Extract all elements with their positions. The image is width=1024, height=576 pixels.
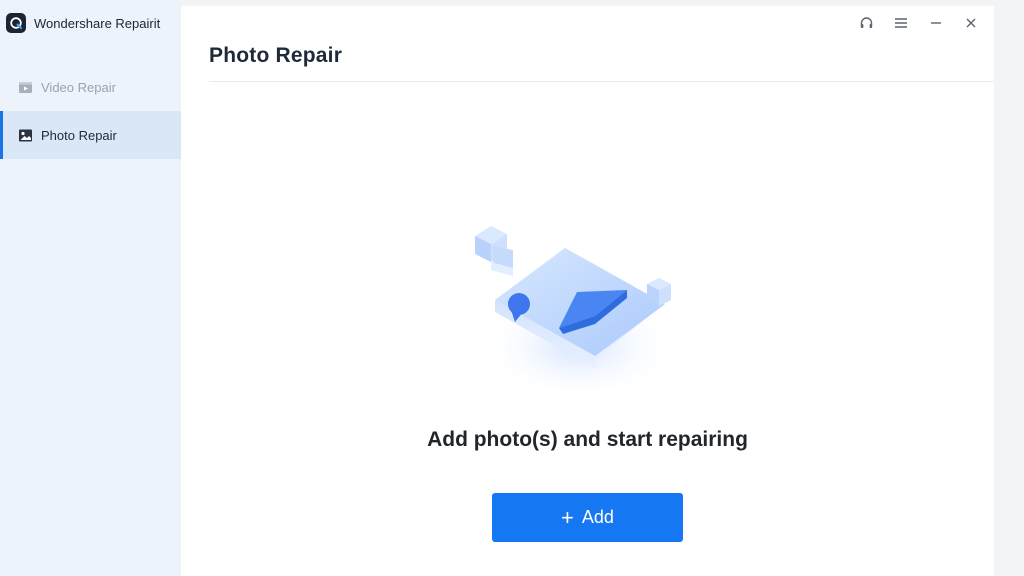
app-logo-icon: [6, 13, 26, 33]
sidebar-item-label: Video Repair: [41, 79, 116, 95]
menu-icon[interactable]: [892, 14, 910, 32]
video-icon: [18, 80, 33, 95]
add-button[interactable]: + Add: [492, 493, 683, 542]
sidebar-item-video-repair[interactable]: Video Repair: [0, 63, 181, 111]
headset-icon[interactable]: [857, 14, 875, 32]
photo-icon: [18, 128, 33, 143]
window-controls: [840, 14, 980, 32]
title-divider: [209, 81, 994, 82]
empty-state-prompt: Add photo(s) and start repairing: [427, 428, 748, 451]
brand: Wondershare Repairit: [6, 12, 160, 34]
window-right-edge: [994, 0, 1024, 576]
add-button-label: Add: [581, 507, 614, 527]
page-title: Photo Repair: [209, 44, 343, 67]
minimize-icon[interactable]: [927, 14, 945, 32]
sidebar-item-photo-repair[interactable]: Photo Repair: [0, 111, 181, 159]
sidebar-item-label: Photo Repair: [41, 127, 117, 143]
plus-icon: +: [561, 504, 574, 530]
main-panel: Photo Repair Add photo(s) and start repa…: [181, 6, 994, 576]
sidebar: Wondershare Repairit Video Repair Photo …: [0, 0, 181, 576]
photo-repair-illustration: [467, 216, 689, 396]
close-icon[interactable]: [962, 14, 980, 32]
app-window: Wondershare Repairit Video Repair Photo …: [0, 0, 1024, 576]
app-title: Wondershare Repairit: [34, 15, 161, 31]
